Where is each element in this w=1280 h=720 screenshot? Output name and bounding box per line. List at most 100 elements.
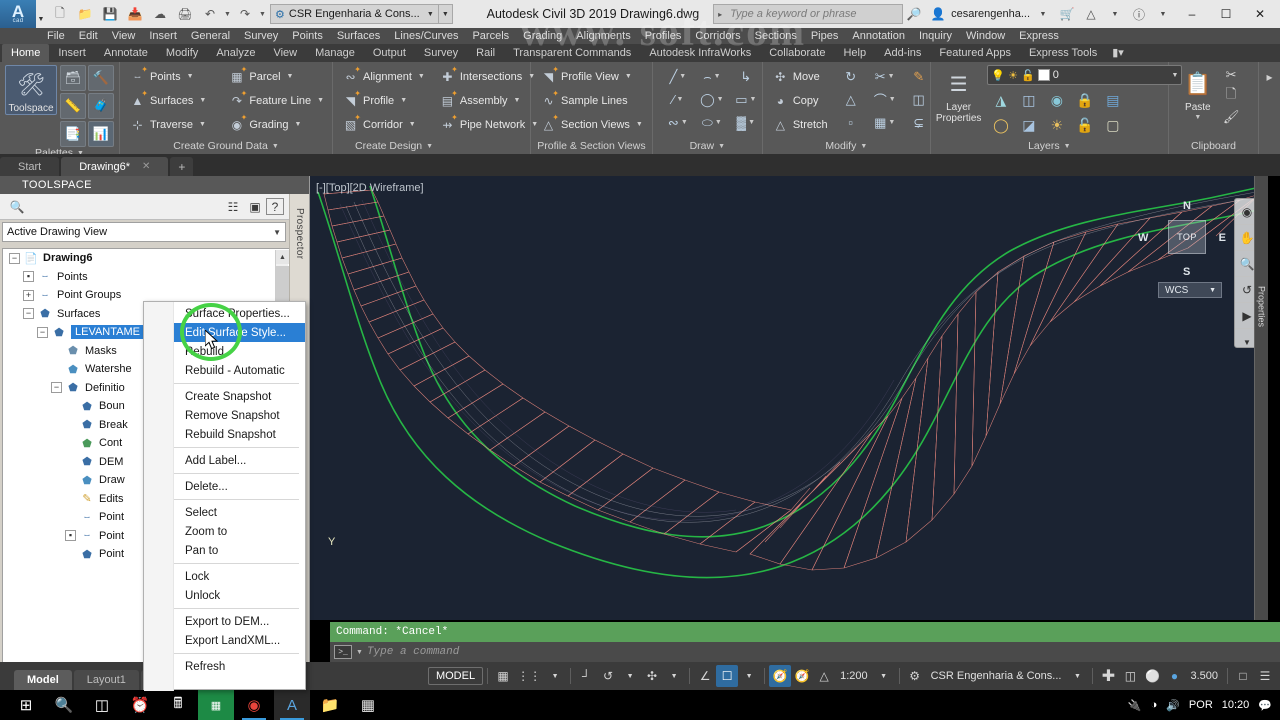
properties-icon[interactable]: ▣	[244, 197, 266, 217]
close-button[interactable]: ✕	[1244, 0, 1276, 28]
explorer-icon[interactable]: 📁	[312, 690, 348, 720]
layer-previous-icon[interactable]: ◪	[1015, 113, 1042, 137]
tab-output[interactable]: Output	[364, 44, 415, 62]
polar-tracking-toggle[interactable]: ↺	[597, 665, 619, 687]
copy-button[interactable]: ◕ Copy	[768, 89, 832, 112]
layer-lock-icon[interactable]: 🔓	[1021, 69, 1035, 82]
construction-line-icon[interactable]: ∕ ▼	[661, 88, 695, 111]
view-cube-west-label[interactable]: W	[1138, 232, 1148, 244]
application-menu-button[interactable]: A cad	[0, 0, 36, 28]
isolate-objects-icon[interactable]: ◫	[1119, 665, 1141, 687]
mirror-icon[interactable]: △	[834, 88, 868, 111]
open-icon[interactable]: 📁	[73, 3, 97, 25]
expander-icon[interactable]: −	[51, 382, 62, 394]
layer-color-swatch[interactable]	[1037, 69, 1050, 81]
language-indicator[interactable]: POR	[1189, 699, 1213, 711]
ribbon-overflow-icon[interactable]: ▮▾	[1106, 44, 1130, 62]
save-as-icon[interactable]: 📥	[123, 3, 147, 25]
points-button[interactable]: ⧿ ✦ Points ▼	[125, 65, 210, 88]
snap-caret-icon[interactable]: ▼	[544, 665, 566, 687]
scale-icon[interactable]: ▫	[834, 111, 868, 134]
snap-toggle[interactable]: ⋮⋮	[514, 665, 544, 687]
tree-item-points[interactable]: ▪ ⧿ Points	[3, 268, 289, 287]
view-cube[interactable]: TOP N S E W	[1138, 200, 1226, 278]
redo-icon[interactable]: ↷	[233, 3, 257, 25]
new-drawing-tab-button[interactable]: +	[170, 157, 194, 176]
minimize-button[interactable]: –	[1176, 0, 1208, 28]
layer-unisolate-icon[interactable]: ◯	[987, 113, 1014, 137]
arc-icon[interactable]: ⌢ ▼	[695, 65, 729, 88]
survey-palette-icon[interactable]: 📏	[60, 93, 86, 119]
alignment-button[interactable]: ∾ ✦ Alignment ▼	[338, 65, 429, 88]
account-name[interactable]: cesarengenha...	[951, 8, 1030, 20]
layer-delete-icon[interactable]: ▢	[1099, 113, 1126, 137]
tab-rail[interactable]: Rail	[467, 44, 504, 62]
tab-insert[interactable]: Insert	[49, 44, 95, 62]
tab-model[interactable]: Model	[14, 670, 72, 690]
menu-item-profiles[interactable]: Profiles	[638, 28, 689, 44]
workspace-caret-icon[interactable]: ▼	[1066, 665, 1088, 687]
osnap-settings-caret-icon[interactable]: ▼	[738, 665, 760, 687]
scale-caret-icon[interactable]: ▼	[873, 665, 895, 687]
menu-item-express[interactable]: Express	[1012, 28, 1066, 44]
tab-help[interactable]: Help	[834, 44, 875, 62]
chrome-icon[interactable]: ◉	[236, 690, 272, 720]
cart-icon[interactable]: 🛒	[1056, 3, 1078, 25]
cloud-save-icon[interactable]: ☁	[148, 3, 172, 25]
add-toolbar-icon[interactable]: ✚	[1097, 665, 1119, 687]
menu-item-alignments[interactable]: Alignments	[569, 28, 637, 44]
task-view-icon[interactable]: ◫	[84, 690, 120, 720]
menu-item-inquiry[interactable]: Inquiry	[912, 28, 959, 44]
workspace-gear-icon[interactable]: ⚙	[904, 665, 926, 687]
profile-button[interactable]: ◥ ✦ Profile ▼	[338, 89, 429, 112]
search-input[interactable]: Type a keyword or phrase	[713, 4, 904, 24]
hatch-icon[interactable]: ▓ ▼	[729, 111, 763, 134]
ellipse-icon[interactable]: ⬭ ▼	[695, 111, 729, 134]
tree-item-drawing6[interactable]: − 📄 Drawing6	[3, 249, 289, 268]
menu-item-grading[interactable]: Grading	[516, 28, 569, 44]
menu-item-pipes[interactable]: Pipes	[804, 28, 846, 44]
tab-autodesk-infraworks[interactable]: Autodesk InfraWorks	[640, 44, 760, 62]
layer-isolate-icon[interactable]: ◮	[987, 88, 1014, 112]
autocad-icon[interactable]: A	[274, 690, 310, 720]
tab-transparent-commands[interactable]: Transparent Commands	[504, 44, 640, 62]
wifi-icon[interactable]: ◑	[1151, 699, 1158, 711]
menu-item-surfaces[interactable]: Surfaces	[330, 28, 387, 44]
workspace-overflow-button[interactable]: ▼	[438, 4, 453, 24]
customization-icon[interactable]: ☰	[1254, 665, 1276, 687]
layer-lock-row-icon[interactable]: 🔒	[1071, 88, 1098, 112]
clock-time[interactable]: 10:20	[1222, 699, 1250, 711]
clock-icon[interactable]: ⏰	[122, 690, 158, 720]
new-icon[interactable]: 🗋	[48, 3, 72, 25]
menu-item-insert[interactable]: Insert	[142, 28, 184, 44]
menu-item-points[interactable]: Points	[285, 28, 330, 44]
object-snap-toggle[interactable]: ☐	[716, 665, 739, 687]
traverse-button[interactable]: ⊹ Traverse ▼	[125, 113, 210, 136]
rotate-icon[interactable]: ↻	[834, 65, 868, 88]
menu-item-parcels[interactable]: Parcels	[465, 28, 516, 44]
feature-line-button[interactable]: ↷ ✦ Feature Line ▼	[224, 89, 328, 112]
grid-toggle[interactable]: ▦	[492, 665, 514, 687]
paste-button[interactable]: 📋 Paste ▼	[1177, 65, 1219, 121]
command-input-row[interactable]: >_ ▼ Type a command	[330, 642, 1280, 662]
ortho-toggle[interactable]: ┘	[575, 665, 597, 687]
tab-annotate[interactable]: Annotate	[95, 44, 157, 62]
menu-item-lines-curves[interactable]: Lines/Curves	[387, 28, 465, 44]
osnap-caret-icon[interactable]: ▼	[663, 665, 685, 687]
layer-on-icon[interactable]: 💡	[991, 69, 1005, 82]
tool-palettes-icon[interactable]: 🗃	[60, 65, 86, 91]
stretch-button[interactable]: △ Stretch	[768, 113, 832, 136]
expander-icon[interactable]: ▪	[23, 271, 34, 283]
move-button[interactable]: ✣ Move	[768, 65, 832, 88]
object-snap-tracking-toggle[interactable]: ✣	[641, 665, 663, 687]
help-icon[interactable]: ?	[266, 198, 284, 215]
tab-express-tools[interactable]: Express Tools	[1020, 44, 1106, 62]
model-space-indicator[interactable]: MODEL	[427, 667, 484, 685]
layer-unlock-icon[interactable]: 🔓	[1071, 113, 1098, 137]
parcel-button[interactable]: ▦ ✦ Parcel ▼	[224, 65, 328, 88]
layer-on-all-icon[interactable]: ☀	[1043, 113, 1070, 137]
menu-item-file[interactable]: File	[40, 28, 72, 44]
workspace-selector[interactable]: ⚙ CSR Engenharia & Cons... ▼	[270, 4, 439, 24]
scroll-up-icon[interactable]: ▲	[276, 250, 289, 264]
view-cube-north-label[interactable]: N	[1183, 200, 1191, 212]
